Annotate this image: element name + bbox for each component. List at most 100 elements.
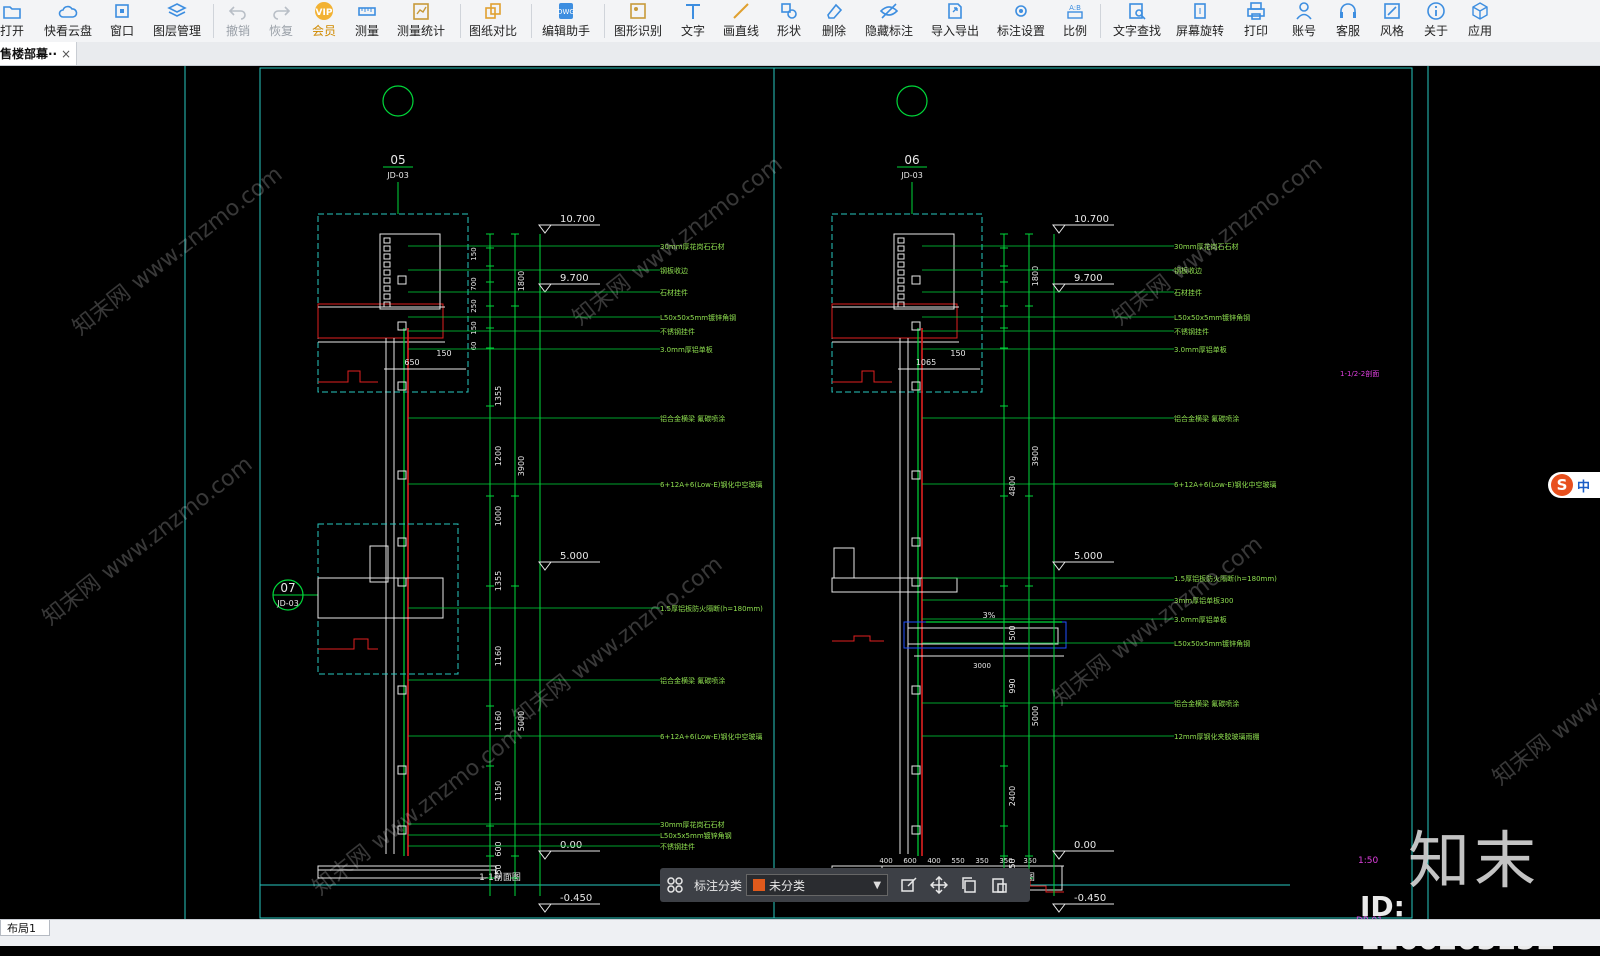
toolbar-button-shape-recognition[interactable]: 图形识别 <box>608 0 668 42</box>
annotation-category-select[interactable]: 未分类 ▼ <box>746 874 889 896</box>
cloud-icon <box>58 1 78 21</box>
parapet-hatch <box>897 237 905 244</box>
line-icon <box>731 1 751 21</box>
apps-icon <box>1470 1 1490 21</box>
note-text: 6+12A+6(Low-E)钢化中空玻璃 <box>660 480 763 489</box>
toolbar-button-cloud[interactable]: 快看云盘 <box>38 0 98 42</box>
elevation-marker <box>1052 283 1066 293</box>
note-text: L50x5x5mm镀锌角钢 <box>660 831 732 840</box>
elevation-value: -0.450 <box>560 893 592 904</box>
shape-recognition-icon <box>628 1 648 21</box>
elevation-value: 0.00 <box>1074 840 1096 851</box>
category-color-swatch <box>753 879 766 891</box>
glazing-bracket <box>397 275 407 285</box>
toolbar-button-eraser[interactable]: 删除 <box>804 0 864 42</box>
toolbar-button-rotate-screen[interactable]: 屏幕旋转 <box>1170 0 1230 42</box>
toolbar-button-label: 关于 <box>1423 24 1448 38</box>
copy-icon[interactable] <box>954 868 984 902</box>
elevation-marker <box>1052 224 1066 234</box>
toolbar-button-hide-annotation[interactable]: 隐藏标注 <box>859 0 919 42</box>
dimension-text: 600 <box>903 857 916 865</box>
watermark-cn: 知末网 <box>508 670 575 730</box>
info-icon <box>1426 1 1446 21</box>
detail-bubble <box>382 85 414 117</box>
watermark: 知末网www.znzmo.com <box>1488 612 1600 791</box>
parapet-hatch <box>897 285 905 292</box>
watermark-cn: 知末网 <box>68 280 135 340</box>
undo-icon <box>228 1 248 21</box>
layout-tab-bar: 布局1 <box>0 919 1600 946</box>
toolbar-button-label: 打开 <box>0 24 24 38</box>
canopy-panel <box>907 627 1059 645</box>
toolbar-button-measure-stats[interactable]: 测量统计 <box>391 0 451 42</box>
detail-callout-box <box>317 213 469 393</box>
toolbar-button-label: 会员 <box>311 24 336 38</box>
toolbar-button-layers[interactable]: 图层管理 <box>147 0 207 42</box>
toolbar-button-label: 编辑助手 <box>541 24 590 38</box>
grid-icon[interactable] <box>660 868 690 902</box>
dimension-text: 150 <box>436 349 451 358</box>
parapet-frame <box>379 233 441 310</box>
cad-drawing[interactable]: 05 JD-03 650 150 07 JD-03 1800 3900 5000 1355 1200… <box>0 66 1600 919</box>
drawing-canvas[interactable]: 05 JD-03 650 150 07 JD-03 1800 3900 5000 1355 1200… <box>0 66 1600 919</box>
toolbar-button-label: 画直线 <box>722 24 759 38</box>
note-text: 铝合金横梁 氟碳喷涂 <box>660 414 725 423</box>
toolbar-button-label: 图形识别 <box>613 24 662 38</box>
elevation-value: 9.700 <box>560 273 589 284</box>
glazing-bracket <box>911 685 921 695</box>
toolbar-button-annotation-settings[interactable]: 标注设置 <box>991 0 1051 42</box>
close-tab-icon[interactable]: × <box>61 47 71 61</box>
elevation-marker <box>1052 903 1066 913</box>
dimension-text: 990 <box>1008 678 1017 693</box>
parapet-hatch <box>383 269 391 276</box>
toolbar-button-edit-assistant[interactable]: DWG 编辑助手 <box>536 0 596 42</box>
elevation-marker <box>538 561 552 571</box>
ime-indicator[interactable]: S 中 <box>1548 472 1600 498</box>
toolbar-button-ruler[interactable]: 测量 <box>337 0 397 42</box>
glazing-bracket <box>397 321 407 331</box>
ground-detail <box>318 370 378 383</box>
annotation-floating-bar: 标注分类 未分类 ▼ <box>660 868 1030 902</box>
ground-detail <box>318 638 378 650</box>
detail-number: 05 <box>390 153 405 167</box>
note-text: 3.0mm厚铝单板 <box>660 345 713 354</box>
document-tab-title: 售楼部幕··· <box>0 47 58 61</box>
elevation-value: 10.700 <box>560 214 595 225</box>
floor-slab <box>831 577 958 593</box>
dimension-text: 1200 <box>494 446 503 466</box>
elevation-marker <box>1052 850 1066 860</box>
edit-icon[interactable] <box>894 868 924 902</box>
vip-icon: VIP <box>314 1 334 21</box>
toolbar-button-folder-open[interactable]: 打开 <box>0 0 42 42</box>
note-text: 30mm厚花岗石石材 <box>660 820 725 829</box>
toolbar-button-compare[interactable]: 图纸对比 <box>463 0 523 42</box>
parapet-hatch <box>383 285 391 292</box>
ground-detail <box>832 370 892 383</box>
parapet-hatch <box>383 293 391 300</box>
glazing-bracket <box>911 275 921 285</box>
import-export-icon <box>945 1 965 21</box>
shape-icon <box>779 1 799 21</box>
svg-text:VIP: VIP <box>316 8 333 18</box>
move-icon[interactable] <box>924 868 954 902</box>
toolbar-separator <box>604 4 605 38</box>
ruler-icon <box>357 1 377 21</box>
layout-tab[interactable]: 布局1 <box>0 920 50 936</box>
toolbar-button-text-search[interactable]: 文字查找 <box>1107 0 1167 42</box>
dimension-text: 250 <box>470 299 478 312</box>
watermark: 知末网www.znzmo.com <box>508 552 727 731</box>
toolbar-button-window[interactable]: 窗口 <box>92 0 152 42</box>
annotation-category-label: 标注分类 <box>694 878 743 893</box>
dimension-text: 350 <box>1023 857 1036 865</box>
document-tab[interactable]: 售楼部幕··· × <box>0 42 77 65</box>
paste-icon[interactable] <box>984 868 1014 902</box>
note-text: 石材挂件 <box>660 288 688 297</box>
toolbar-button-scale[interactable]: A:B 比例 <box>1045 0 1105 42</box>
glazing-bracket <box>397 537 407 547</box>
toolbar-button-import-export[interactable]: 导入导出 <box>925 0 985 42</box>
dimension-text: 1355 <box>494 571 503 591</box>
toolbar-button-label: 删除 <box>821 24 846 38</box>
parapet-hatch <box>383 245 391 252</box>
elevation-value: 10.700 <box>1074 214 1109 225</box>
toolbar-button-apps[interactable]: 应用 <box>1450 0 1510 42</box>
